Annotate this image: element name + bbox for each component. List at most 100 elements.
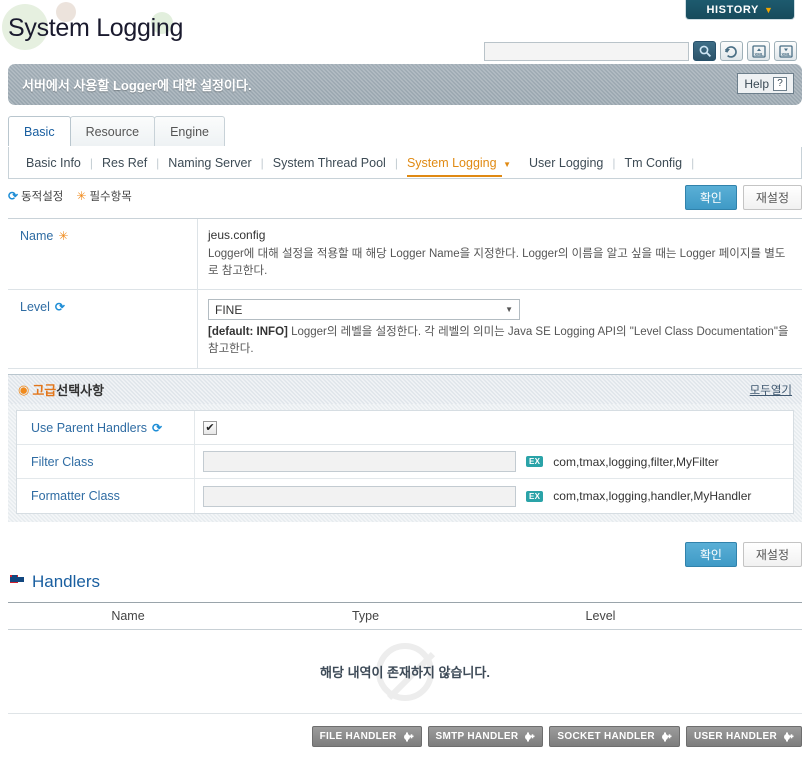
advanced-label-text: Formatter Class	[31, 489, 120, 503]
tab-resource[interactable]: Resource	[69, 116, 156, 146]
advanced-label-text: Use Parent Handlers	[31, 420, 148, 435]
tab-engine-label: Engine	[170, 124, 210, 139]
advanced-value-use-parent-handlers: ✔	[195, 415, 793, 441]
legend-row: ⟳ 동적설정 ✳ 필수항목 확인 재설정	[8, 185, 802, 214]
svg-text:XML: XML	[754, 52, 764, 57]
search-icon[interactable]	[693, 41, 716, 61]
file-handler-button[interactable]: FILE HANDLER	[311, 726, 422, 747]
socket-handler-label: SOCKET HANDLER	[557, 731, 655, 742]
tab-engine[interactable]: Engine	[154, 116, 226, 146]
filter-class-example: com,tmax,logging,filter,MyFilter	[553, 454, 719, 469]
xml-upload-icon[interactable]: XML	[747, 41, 770, 61]
subnav-item-tm-config[interactable]: Tm Config	[615, 156, 691, 170]
form-actions-bottom: 확인 재설정	[684, 542, 802, 567]
advanced-value-filter-class: EX com,tmax,logging,filter,MyFilter	[195, 445, 793, 478]
file-handler-label: FILE HANDLER	[319, 731, 397, 742]
subnav-item-naming-server[interactable]: Naming Server	[159, 156, 260, 170]
bulb-icon: ◉	[18, 381, 30, 397]
banner-text: 서버에서 사용할 Logger에 대한 설정이다.	[22, 78, 252, 93]
name-description: Logger에 대해 설정을 적용할 때 해당 Logger Name을 지정한…	[208, 248, 786, 277]
advanced-label-use-parent-handlers: Use Parent Handlers ⟳	[17, 411, 195, 444]
form-value-level: FINE ▼ [default: INFO] Logger의 레벨을 설정한다.…	[198, 290, 802, 367]
level-select-value: FINE	[215, 302, 243, 317]
handlers-table: Name Type Level 해당 내역이 존재하지 않습니다.	[8, 602, 802, 714]
subnav-item-system-logging-label: System Logging	[406, 155, 497, 170]
asterisk-icon: ✳	[76, 189, 87, 203]
smtp-handler-label: SMTP HANDLER	[435, 731, 519, 742]
empty-message: 해당 내역이 존재하지 않습니다.	[320, 665, 490, 680]
refresh-icon[interactable]	[720, 41, 743, 61]
main-tabs: Basic Resource Engine	[8, 116, 226, 146]
reset-button-bottom[interactable]: 재설정	[742, 542, 802, 567]
confirm-button-top[interactable]: 확인	[684, 185, 737, 210]
handlers-empty-state: 해당 내역이 존재하지 않습니다.	[8, 630, 802, 714]
column-header-type: Type	[351, 609, 380, 623]
advanced-label-text: Filter Class	[31, 454, 94, 469]
form-label-level-text: Level	[20, 300, 50, 315]
handlers-title: Handlers	[32, 572, 101, 591]
user-handler-label: USER HANDLER	[693, 731, 777, 742]
add-plus-icon	[660, 731, 672, 743]
refresh-icon: ⟳	[54, 300, 65, 315]
level-select[interactable]: FINE ▼	[208, 299, 520, 321]
filter-class-input[interactable]	[203, 451, 516, 472]
column-header-level: Level	[585, 609, 616, 623]
form-actions-top: 확인 재설정	[684, 185, 802, 210]
advanced-fields: Use Parent Handlers ⟳ ✔ Filter Class EX …	[16, 410, 794, 514]
svg-text:XML: XML	[781, 52, 791, 57]
level-description: [default: INFO] Logger의 레벨을 설정한다. 각 레벨의 …	[208, 324, 792, 357]
active-indicator	[406, 174, 502, 177]
chevron-down-icon: ▼	[505, 305, 513, 315]
add-plus-icon	[782, 731, 794, 743]
confirm-button-bottom[interactable]: 확인	[684, 542, 737, 567]
handlers-icon	[10, 575, 24, 589]
subnav-item-user-logging[interactable]: User Logging	[520, 156, 612, 170]
handler-add-buttons: FILE HANDLER SMTP HANDLER SOCKET HANDLER…	[311, 726, 802, 747]
add-plus-icon	[523, 731, 535, 743]
refresh-icon: ⟳	[8, 189, 19, 203]
legend-required-label: 필수항목	[89, 191, 132, 203]
asterisk-icon: ✳	[58, 229, 69, 243]
smtp-handler-button[interactable]: SMTP HANDLER	[427, 726, 544, 747]
form-label-name: Name ✳	[8, 219, 198, 290]
advanced-section-body: Use Parent Handlers ⟳ ✔ Filter Class EX …	[8, 404, 802, 522]
example-badge: EX	[526, 456, 544, 467]
advanced-row-filter-class: Filter Class EX com,tmax,logging,filter,…	[17, 445, 793, 479]
legend: ⟳ 동적설정 ✳ 필수항목	[8, 188, 802, 204]
advanced-label-filter-class: Filter Class	[17, 445, 195, 478]
settings-form: Name ✳ jeus.config Logger에 대해 설정을 적용할 때 …	[8, 218, 802, 369]
open-all-link[interactable]: 모두열기	[750, 382, 792, 398]
socket-handler-button[interactable]: SOCKET HANDLER	[549, 726, 680, 747]
tab-basic-label: Basic	[24, 124, 55, 139]
advanced-value-formatter-class: EX com,tmax,logging,handler,MyHandler	[195, 480, 793, 513]
advanced-row-use-parent-handlers: Use Parent Handlers ⟳ ✔	[17, 411, 793, 445]
add-plus-icon	[402, 731, 414, 743]
handlers-header: Handlers	[10, 572, 100, 592]
tab-basic[interactable]: Basic	[8, 116, 71, 146]
advanced-title-accent: 고급	[32, 383, 57, 398]
level-description-text: Logger의 레벨을 설정한다. 각 레벨의 의미는 Java SE Logg…	[208, 326, 789, 356]
help-label: Help	[744, 76, 769, 91]
user-handler-button[interactable]: USER HANDLER	[685, 726, 802, 747]
column-header-name: Name	[111, 609, 145, 623]
sub-navigation: Basic Info | Res Ref | Naming Server | S…	[8, 147, 802, 179]
help-button[interactable]: Help ?	[737, 73, 794, 94]
tab-resource-label: Resource	[85, 124, 140, 139]
advanced-title: 고급선택사항	[32, 380, 104, 399]
reset-button-top[interactable]: 재설정	[742, 185, 802, 210]
xml-download-icon[interactable]: XML	[774, 41, 797, 61]
legend-required: ✳ 필수항목	[76, 188, 131, 204]
subnav-item-system-thread-pool[interactable]: System Thread Pool	[264, 156, 395, 170]
subnav-item-system-logging[interactable]: System Logging ▼	[398, 155, 520, 177]
use-parent-handlers-checkbox[interactable]: ✔	[203, 420, 217, 435]
handlers-table-header: Name Type Level	[8, 602, 802, 630]
form-label-name-text: Name	[20, 229, 54, 243]
search-input[interactable]	[484, 41, 689, 61]
toolbar: XML XML	[484, 41, 797, 61]
advanced-title-rest: 선택사항	[56, 383, 105, 398]
formatter-class-input[interactable]	[203, 485, 516, 507]
subnav-item-basic-info[interactable]: Basic Info	[17, 156, 90, 170]
subnav-item-res-ref[interactable]: Res Ref	[93, 156, 156, 170]
subnav-divider: |	[691, 155, 695, 170]
legend-dynamic-label: 동적설정	[21, 191, 64, 203]
